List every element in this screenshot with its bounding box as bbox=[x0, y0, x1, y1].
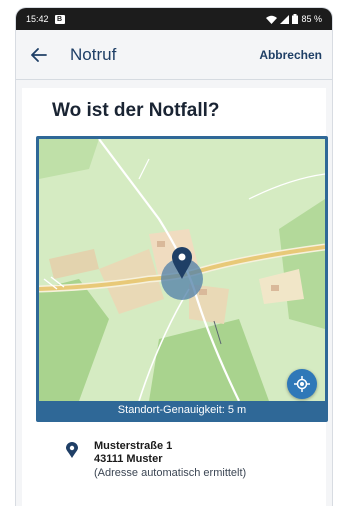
notification-icon: B bbox=[54, 14, 65, 24]
map-view[interactable] bbox=[39, 139, 325, 401]
emergency-location-question: Wo ist der Notfall? bbox=[52, 100, 220, 121]
status-bar: 15:42 B 85 % bbox=[16, 8, 332, 30]
status-time: 15:42 bbox=[26, 14, 49, 24]
phone-screen: 15:42 B 85 % Notruf Abbrechen Wo ist der… bbox=[16, 8, 332, 506]
my-location-icon[interactable] bbox=[287, 369, 317, 399]
main-content: Wo ist der Notfall? Standort-Genauigkeit… bbox=[22, 88, 328, 506]
battery-level: 85 % bbox=[301, 14, 322, 24]
address-note: (Adresse automatisch ermittelt) bbox=[94, 467, 247, 479]
arrow-left-icon[interactable] bbox=[26, 42, 52, 68]
address-city: 43111 Muster bbox=[94, 453, 163, 465]
address-text: Musterstraße 1 43111 Muster (Adresse aut… bbox=[94, 440, 246, 480]
status-right: 85 % bbox=[266, 14, 322, 24]
page-title: Notruf bbox=[70, 44, 117, 64]
battery-icon bbox=[292, 14, 299, 24]
map-card: Standort-Genauigkeit: 5 m bbox=[36, 136, 328, 422]
app-bar: Notruf Abbrechen bbox=[16, 30, 332, 80]
location-accuracy: Standort-Genauigkeit: 5 m bbox=[39, 401, 325, 419]
location-pin-icon bbox=[66, 442, 80, 480]
wifi-icon bbox=[266, 15, 278, 24]
cancel-button[interactable]: Abbrechen bbox=[259, 48, 322, 62]
signal-icon bbox=[280, 14, 290, 24]
status-left: 15:42 B bbox=[26, 14, 65, 24]
address-street: Musterstraße 1 bbox=[94, 440, 173, 452]
address-block: Musterstraße 1 43111 Muster (Adresse aut… bbox=[22, 422, 326, 480]
